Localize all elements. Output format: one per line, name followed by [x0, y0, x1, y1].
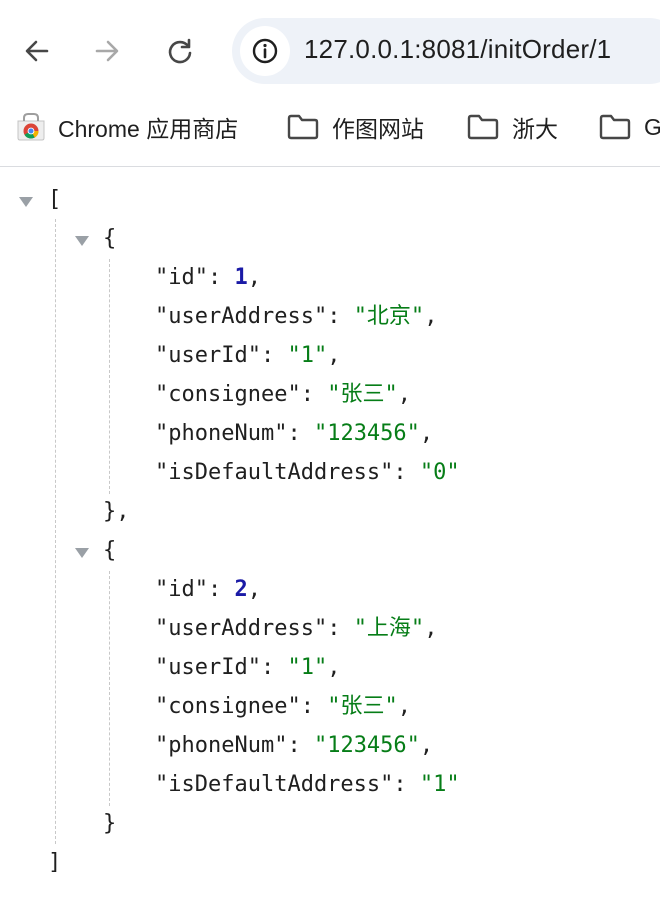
back-button[interactable] [14, 28, 60, 74]
forward-button[interactable] [84, 28, 130, 74]
collapse-array-toggle[interactable] [19, 197, 33, 207]
string-value: "1" [287, 655, 328, 680]
number-value: 1 [234, 265, 248, 290]
arrow-right-icon [95, 40, 119, 62]
chrome-webstore-icon [17, 113, 45, 141]
bookmark-chrome-webstore[interactable]: Chrome 应用商店 [16, 110, 238, 144]
object-indent-guide [109, 259, 110, 494]
bookmark-label: 浙大 [512, 116, 558, 142]
json-line-userid: "userId": "1", [155, 655, 341, 680]
string-value: "1" [419, 772, 460, 797]
array-indent-guide [55, 219, 56, 844]
object-indent-guide [109, 571, 110, 806]
json-line-useraddress: "userAddress": "北京", [155, 304, 438, 329]
site-info-button[interactable] [240, 26, 290, 76]
json-line-id: "id": 1, [155, 265, 261, 290]
collapse-object-toggle[interactable] [75, 236, 89, 246]
json-line-isdefaultaddress: "isDefaultAddress": "0" [155, 460, 460, 485]
bookmarks-bar: Chrome 应用商店 作图网站 浙大 G [0, 100, 660, 167]
object-open-brace: { [103, 538, 117, 563]
string-value: "上海" [353, 616, 425, 641]
array-open-bracket: [ [48, 187, 62, 212]
json-line-isdefaultaddress: "isDefaultAddress": "1" [155, 772, 460, 797]
json-line-id: "id": 2, [155, 577, 261, 602]
reload-button[interactable] [157, 28, 203, 74]
bookmark-label: G [644, 113, 660, 140]
number-value: 2 [234, 577, 248, 602]
string-value: "张三" [327, 382, 398, 407]
array-close-bracket: ] [48, 850, 62, 875]
object-close-brace: } [103, 811, 117, 836]
json-line-consignee: "consignee": "张三", [155, 382, 411, 407]
folder-icon [599, 114, 631, 140]
object-close-brace: }, [103, 499, 130, 524]
string-value: "123456" [313, 733, 420, 758]
string-value: "北京" [353, 304, 425, 329]
json-line-consignee: "consignee": "张三", [155, 694, 411, 719]
info-circle-icon [252, 38, 278, 64]
json-line-phonenum: "phoneNum": "123456", [155, 421, 434, 446]
string-value: "123456" [313, 421, 420, 446]
reload-icon [168, 38, 192, 64]
string-value: "1" [287, 343, 328, 368]
json-line-userid: "userId": "1", [155, 343, 341, 368]
string-value: "张三" [327, 694, 398, 719]
bookmark-folder-g[interactable]: G [598, 110, 660, 144]
object-open-brace: { [103, 226, 117, 251]
json-viewer: [ { "id": 1, "userAddress": "北京", "userI… [0, 167, 660, 904]
bookmark-folder-zuotu[interactable]: 作图网站 [286, 110, 424, 144]
string-value: "0" [419, 460, 460, 485]
folder-icon [467, 114, 499, 140]
collapse-object-toggle[interactable] [75, 548, 89, 558]
json-line-phonenum: "phoneNum": "123456", [155, 733, 434, 758]
browser-toolbar: 127.0.0.1:8081/initOrder/1 [0, 0, 660, 100]
url-text[interactable]: 127.0.0.1:8081/initOrder/1 [304, 34, 611, 65]
json-line-useraddress: "userAddress": "上海", [155, 616, 438, 641]
bookmark-folder-zheda[interactable]: 浙大 [466, 110, 558, 144]
bookmark-label: Chrome 应用商店 [58, 116, 239, 142]
folder-icon [287, 114, 319, 140]
arrow-left-icon [25, 40, 49, 62]
bookmark-label: 作图网站 [332, 116, 424, 142]
address-bar[interactable]: 127.0.0.1:8081/initOrder/1 [232, 18, 660, 84]
